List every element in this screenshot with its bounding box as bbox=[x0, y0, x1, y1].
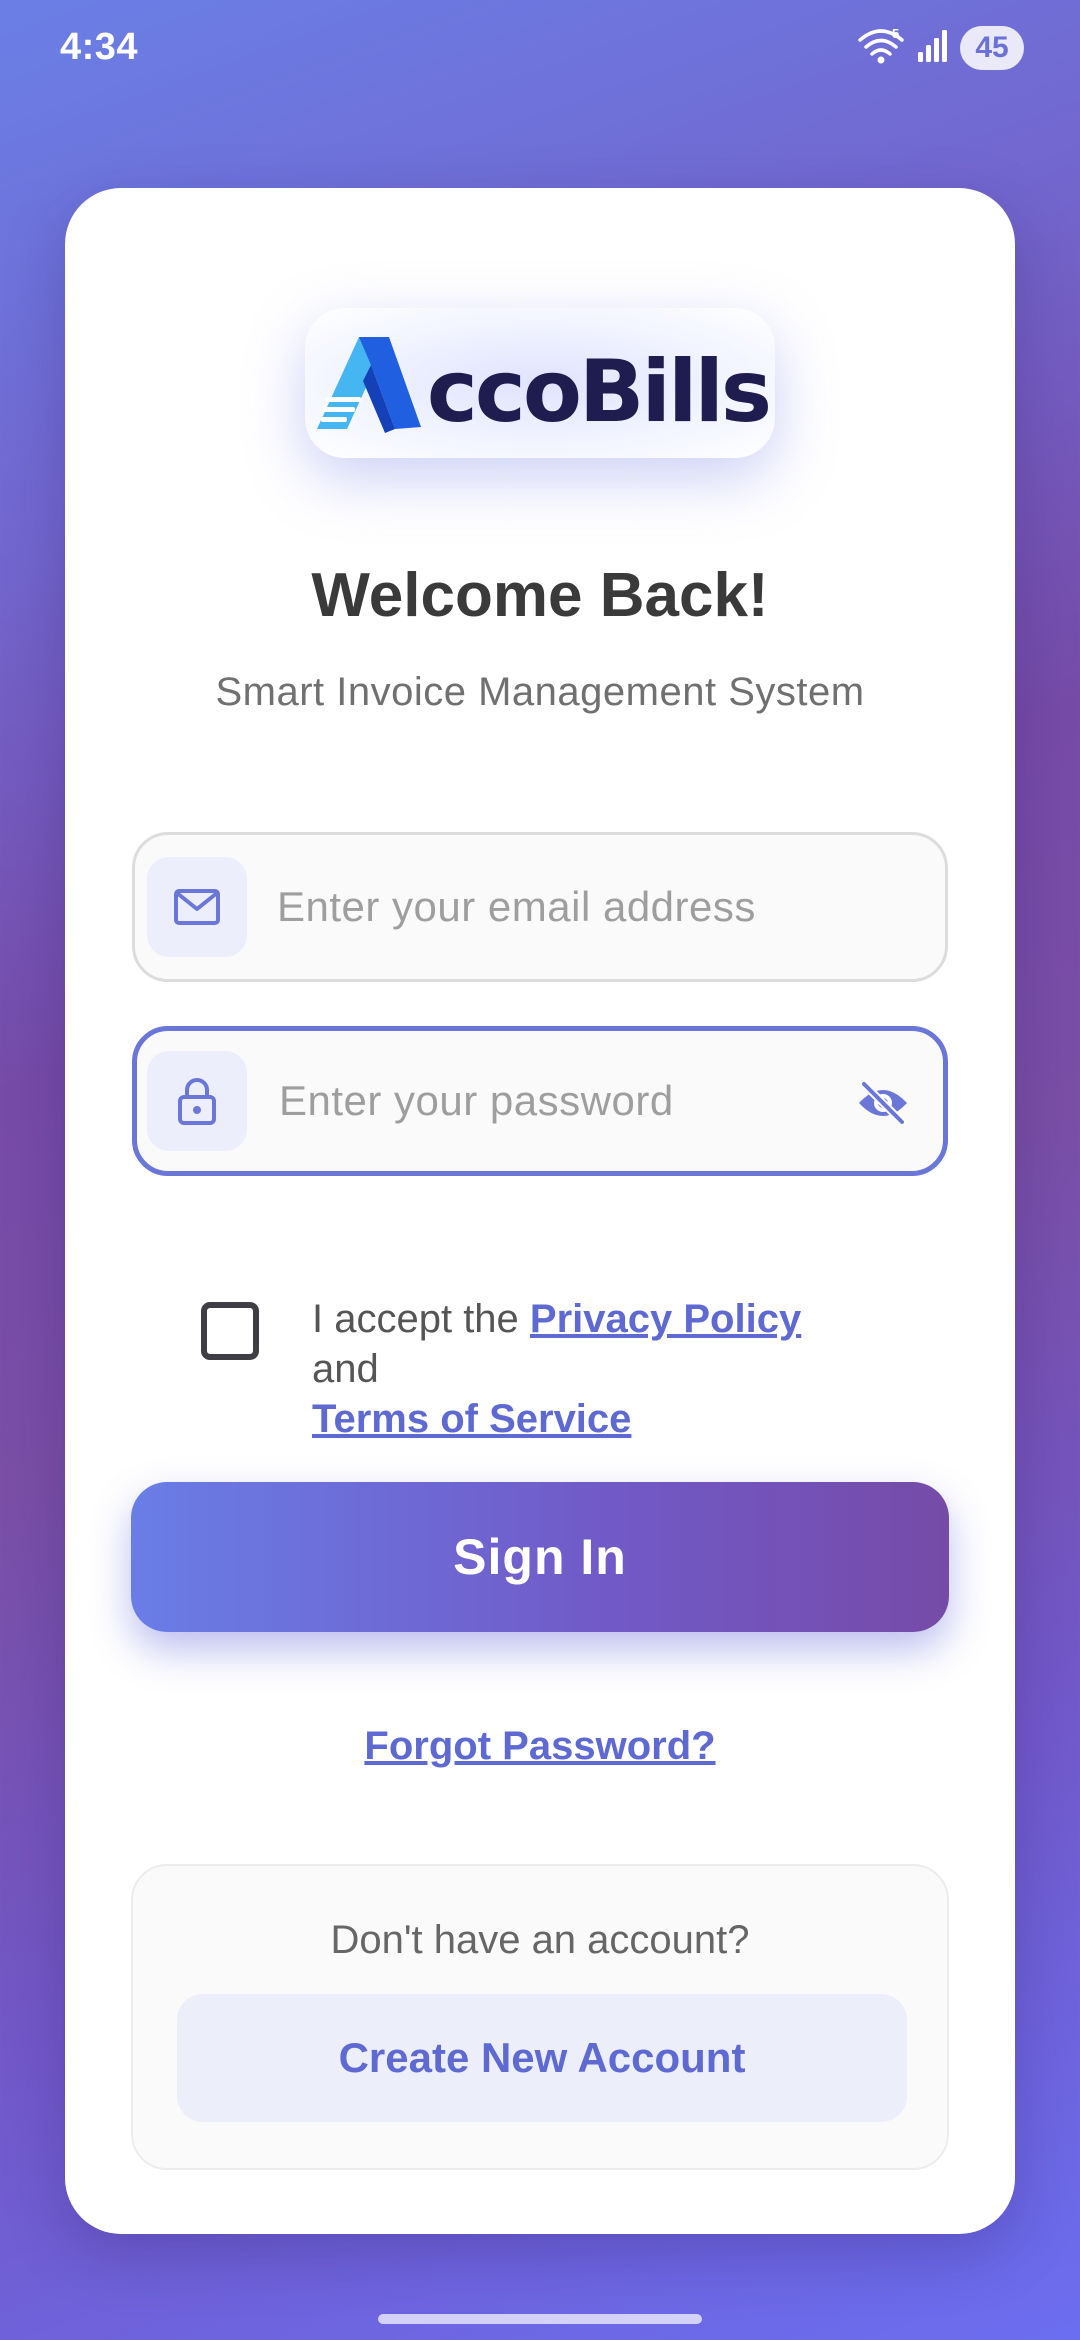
privacy-policy-link[interactable]: Privacy Policy bbox=[530, 1297, 801, 1341]
lock-icon bbox=[147, 1051, 247, 1151]
wifi-badge: 5 bbox=[892, 26, 899, 41]
consent-prefix: I accept the bbox=[312, 1297, 519, 1341]
create-account-button[interactable]: Create New Account bbox=[177, 1994, 907, 2122]
forgot-password-row: Forgot Password? bbox=[65, 1724, 1015, 1769]
page-title: Welcome Back! bbox=[311, 561, 769, 630]
battery-icon: 45 bbox=[960, 26, 1024, 70]
login-card: ccoBills Welcome Back! Smart Invoice Man… bbox=[65, 188, 1015, 2234]
status-icons: 5 45 bbox=[856, 26, 1024, 70]
signal-icon bbox=[916, 28, 950, 69]
logo-a-mark-icon bbox=[316, 337, 421, 433]
email-field[interactable] bbox=[132, 832, 948, 982]
password-input[interactable] bbox=[279, 1031, 839, 1171]
wifi-icon: 5 bbox=[856, 26, 906, 71]
sign-in-button[interactable]: Sign In bbox=[131, 1482, 949, 1632]
accobills-logo: ccoBills bbox=[311, 331, 772, 442]
eye-off-icon[interactable] bbox=[855, 1075, 911, 1131]
terms-checkbox[interactable] bbox=[201, 1302, 259, 1360]
mail-icon bbox=[147, 857, 247, 957]
page-subtitle: Smart Invoice Management System bbox=[215, 670, 865, 714]
signup-prompt: Don't have an account? bbox=[330, 1918, 750, 1962]
consent-conjunction: and bbox=[312, 1347, 379, 1391]
logo-text: ccoBills bbox=[426, 342, 772, 442]
logo-container: ccoBills bbox=[305, 308, 775, 458]
home-indicator[interactable] bbox=[378, 2314, 702, 2324]
password-field[interactable] bbox=[132, 1026, 948, 1176]
status-bar: 4:34 5 45 bbox=[0, 0, 1080, 100]
status-time: 4:34 bbox=[60, 26, 139, 68]
forgot-password-link[interactable]: Forgot Password? bbox=[364, 1724, 715, 1768]
email-input[interactable] bbox=[277, 835, 837, 979]
terms-of-service-link[interactable]: Terms of Service bbox=[312, 1397, 631, 1441]
consent-text: I accept the Privacy Policy and Terms of… bbox=[312, 1294, 872, 1444]
signup-section: Don't have an account? Create New Accoun… bbox=[131, 1864, 949, 2170]
terms-consent: I accept the Privacy Policy and Terms of… bbox=[165, 1266, 925, 1441]
